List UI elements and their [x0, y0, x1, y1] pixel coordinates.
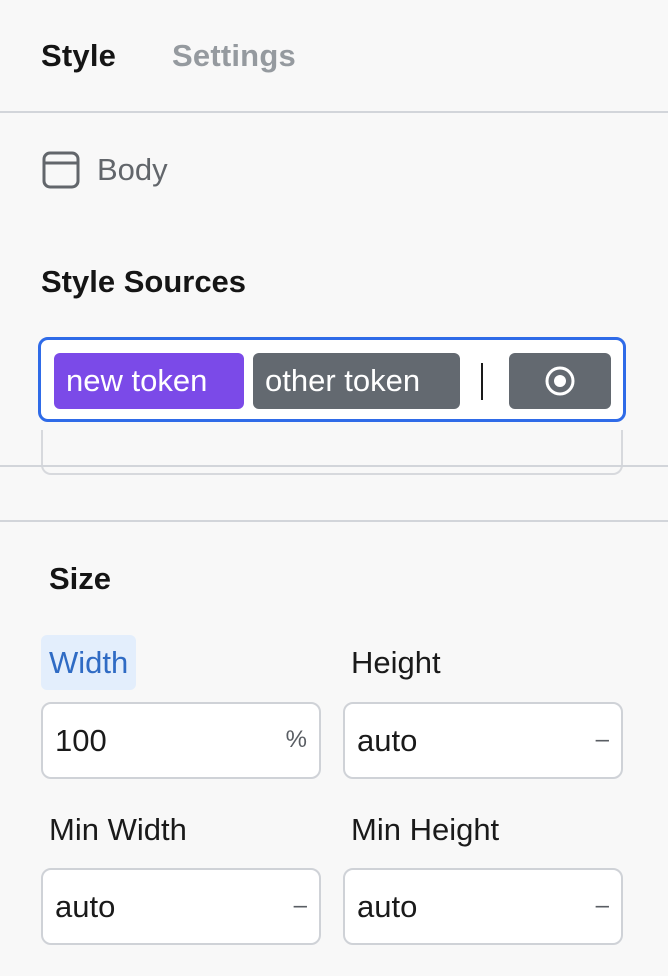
width-label[interactable]: Width	[41, 635, 137, 690]
token-other[interactable]: other token	[253, 353, 460, 409]
min-width-label[interactable]: Min Width	[49, 812, 187, 848]
style-sources-input[interactable]: new token other token	[38, 337, 626, 422]
collapsed-field-edge	[41, 430, 623, 475]
size-section-title: Size	[49, 561, 112, 596]
min-width-input[interactable]: auto –	[41, 868, 321, 945]
divider	[0, 465, 668, 467]
tab-settings[interactable]: Settings	[172, 38, 296, 74]
width-input[interactable]: 100 %	[41, 702, 321, 779]
min-height-label[interactable]: Min Height	[351, 812, 499, 848]
selected-element-label: Body	[97, 152, 168, 187]
min-height-unit[interactable]: –	[596, 892, 609, 920]
height-input[interactable]: auto –	[343, 702, 623, 779]
text-caret	[481, 363, 483, 400]
min-width-unit[interactable]: –	[294, 892, 307, 920]
min-height-input[interactable]: auto –	[343, 868, 623, 945]
style-sources-title: Style Sources	[41, 264, 247, 299]
target-icon	[545, 366, 575, 396]
height-unit[interactable]: –	[596, 726, 609, 754]
panel-tabs: Style Settings	[0, 0, 668, 113]
height-label[interactable]: Height	[351, 645, 441, 681]
min-width-value: auto	[55, 889, 116, 924]
divider	[0, 520, 668, 522]
token-new[interactable]: new token	[54, 353, 244, 409]
tab-style[interactable]: Style	[41, 38, 116, 74]
width-unit[interactable]: %	[286, 726, 307, 754]
height-value: auto	[357, 723, 418, 758]
body-frame-icon	[41, 150, 81, 190]
state-menu-button[interactable]	[509, 353, 611, 409]
min-height-value: auto	[357, 889, 418, 924]
width-value: 100	[55, 723, 107, 758]
selected-element: Body	[41, 150, 168, 190]
